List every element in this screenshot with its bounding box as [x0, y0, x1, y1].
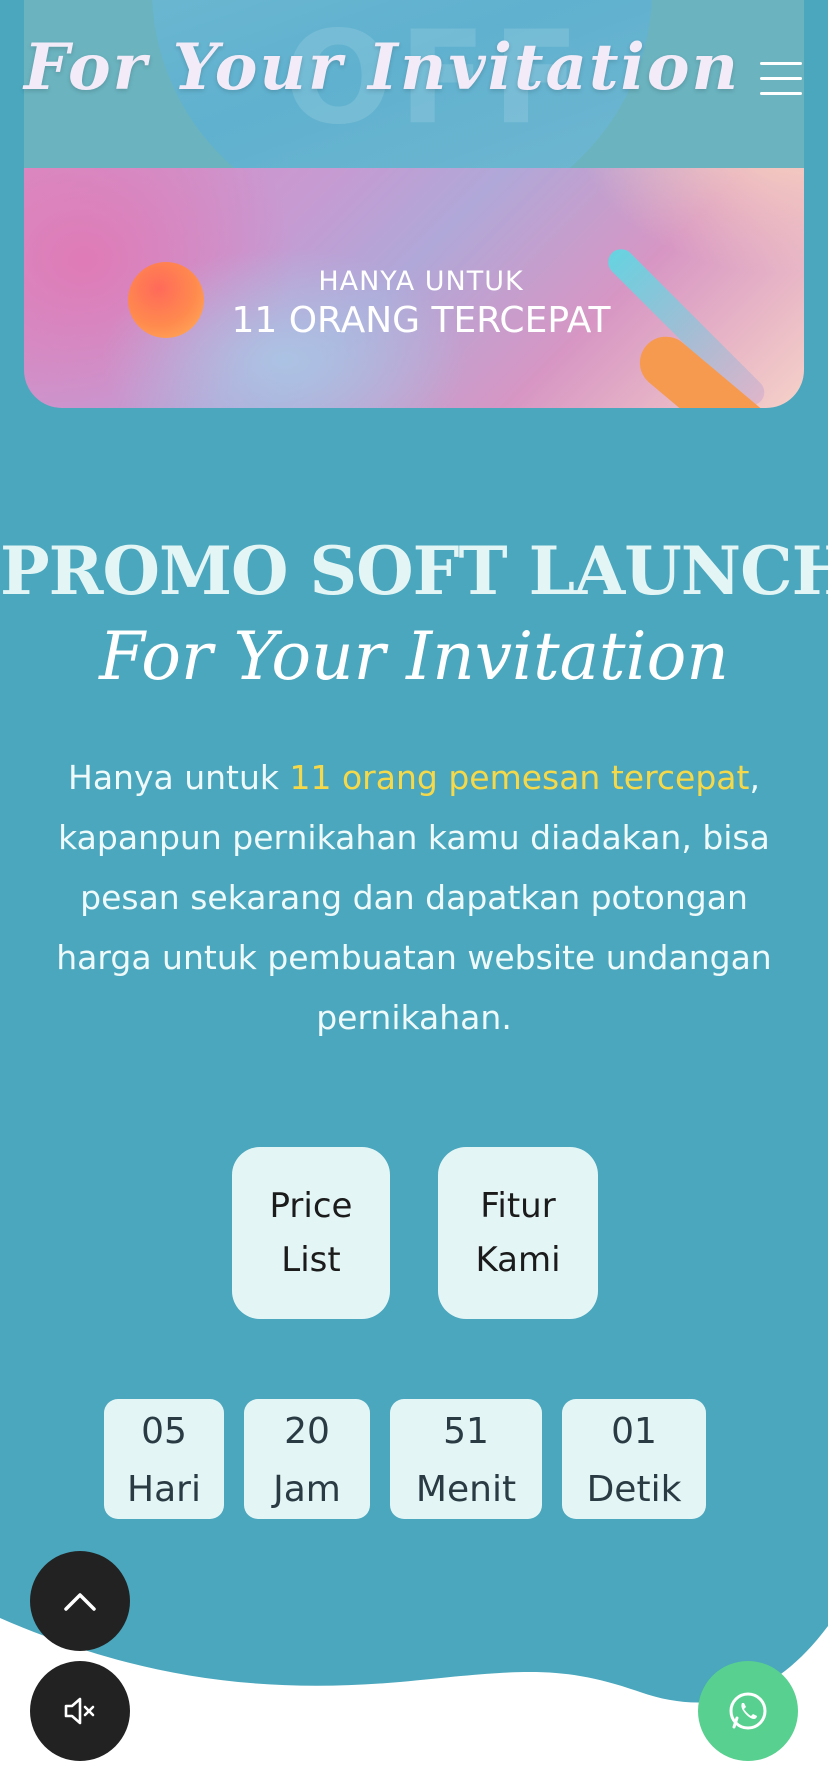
music-toggle-button[interactable] [30, 1661, 130, 1761]
banner-small-label: HANYA UNTUK [318, 266, 524, 297]
whatsapp-button[interactable] [698, 1661, 798, 1761]
promo-description: Hanya untuk 11 orang pemesan tercepat, k… [40, 748, 788, 1048]
countdown-hours: 20 Jam [244, 1399, 370, 1519]
hamburger-line [760, 77, 802, 80]
price-list-button[interactable]: Price List [232, 1147, 390, 1319]
countdown-days-value: 05 [141, 1411, 187, 1452]
chevron-up-icon [64, 1593, 96, 1611]
countdown-seconds: 01 Detik [562, 1399, 706, 1519]
hamburger-line [760, 92, 802, 95]
brand-logo[interactable]: For Your Invitation [24, 30, 740, 105]
countdown-days-label: Hari [127, 1469, 201, 1510]
hamburger-line [760, 62, 802, 65]
countdown-seconds-value: 01 [611, 1411, 657, 1452]
promo-script-subtitle: For Your Invitation [99, 618, 729, 695]
scroll-to-top-button[interactable] [30, 1551, 130, 1651]
countdown-minutes: 51 Menit [390, 1399, 542, 1519]
countdown-seconds-label: Detik [586, 1469, 682, 1510]
hamburger-menu-icon[interactable] [760, 62, 802, 96]
banner-big-label: 11 ORANG TERCEPAT [231, 300, 611, 341]
fitur-kami-label-line2: Kami [475, 1240, 561, 1280]
promo-body-highlight: 11 orang pemesan tercepat [289, 758, 750, 797]
whatsapp-icon [729, 1692, 767, 1730]
speaker-muted-icon [64, 1697, 95, 1725]
countdown-days: 05 Hari [104, 1399, 224, 1519]
countdown-hours-value: 20 [284, 1411, 330, 1452]
promo-body-prefix: Hanya untuk [68, 758, 290, 797]
countdown-minutes-label: Menit [415, 1469, 517, 1510]
promo-body-suffix: , kapanpun pernikahan kamu diadakan, bis… [56, 758, 772, 1037]
price-list-label-line1: Price [269, 1186, 353, 1226]
countdown-hours-label: Jam [273, 1469, 341, 1510]
fitur-kami-button[interactable]: Fitur Kami [438, 1147, 598, 1319]
page: OFF HANYA UNTUK 11 ORANG TERCEPAT For Yo… [0, 0, 828, 1792]
fitur-kami-label-line1: Fitur [480, 1186, 556, 1226]
price-list-label-line2: List [281, 1240, 341, 1280]
countdown-minutes-value: 51 [443, 1411, 489, 1452]
promo-title: PROMO SOFT LAUNCH [0, 532, 828, 610]
